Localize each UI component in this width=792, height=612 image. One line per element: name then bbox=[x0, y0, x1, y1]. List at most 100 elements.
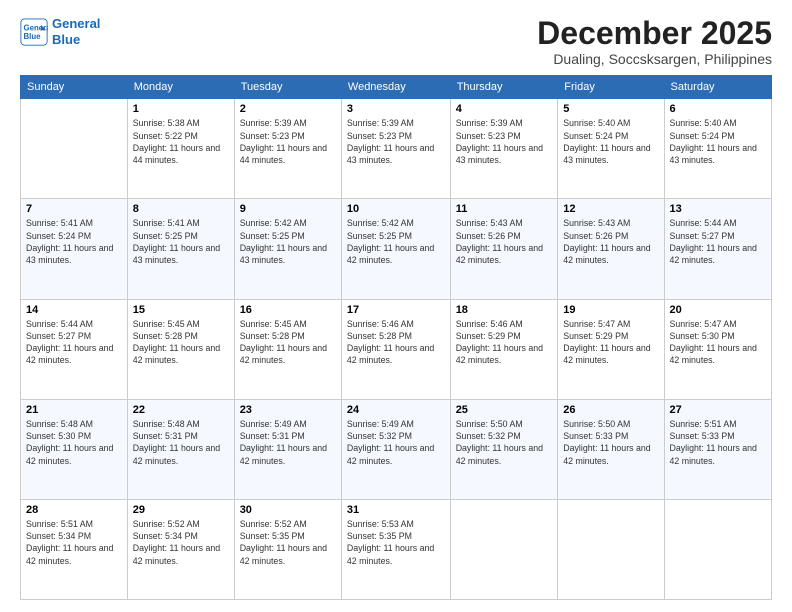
day-info: Sunrise: 5:39 AMSunset: 5:23 PMDaylight:… bbox=[456, 117, 553, 166]
table-cell: 26 Sunrise: 5:50 AMSunset: 5:33 PMDayligh… bbox=[558, 399, 664, 499]
day-info: Sunrise: 5:51 AMSunset: 5:33 PMDaylight:… bbox=[670, 418, 766, 467]
table-cell: 1 Sunrise: 5:38 AMSunset: 5:22 PMDaylight… bbox=[127, 99, 234, 199]
day-number: 4 bbox=[456, 103, 553, 115]
day-number: 27 bbox=[670, 404, 766, 416]
col-thursday: Thursday bbox=[450, 76, 558, 99]
table-cell: 8 Sunrise: 5:41 AMSunset: 5:25 PMDaylight… bbox=[127, 199, 234, 299]
table-cell: 25Sunrise: 5:50 AMSunset: 5:32 PMDayligh… bbox=[450, 399, 558, 499]
day-number: 10 bbox=[347, 203, 445, 215]
day-number: 1 bbox=[133, 103, 229, 115]
day-number: 20 bbox=[670, 304, 766, 316]
day-number: 23 bbox=[240, 404, 336, 416]
day-number: 6 bbox=[670, 103, 766, 115]
day-info: Sunrise: 5:49 AMSunset: 5:32 PMDaylight:… bbox=[347, 418, 445, 467]
logo-line1: General bbox=[52, 16, 100, 31]
table-cell bbox=[21, 99, 128, 199]
day-info: Sunrise: 5:48 AMSunset: 5:30 PMDaylight:… bbox=[26, 418, 122, 467]
location: Dualing, Soccsksargen, Philippines bbox=[537, 51, 772, 67]
table-cell: 21Sunrise: 5:48 AMSunset: 5:30 PMDayligh… bbox=[21, 399, 128, 499]
col-saturday: Saturday bbox=[664, 76, 771, 99]
day-info: Sunrise: 5:44 AMSunset: 5:27 PMDaylight:… bbox=[670, 217, 766, 266]
logo-line2: Blue bbox=[52, 32, 80, 47]
week-row-4: 28 Sunrise: 5:51 AMSunset: 5:34 PMDayligh… bbox=[21, 499, 772, 599]
day-number: 30 bbox=[240, 504, 336, 516]
day-info: Sunrise: 5:47 AMSunset: 5:29 PMDaylight:… bbox=[563, 318, 658, 367]
day-number: 5 bbox=[563, 103, 658, 115]
day-info: Sunrise: 5:42 AMSunset: 5:25 PMDaylight:… bbox=[240, 217, 336, 266]
table-cell: 29Sunrise: 5:52 AMSunset: 5:34 PMDayligh… bbox=[127, 499, 234, 599]
week-row-2: 14 Sunrise: 5:44 AMSunset: 5:27 PMDayligh… bbox=[21, 299, 772, 399]
table-cell: 19 Sunrise: 5:47 AMSunset: 5:29 PMDayligh… bbox=[558, 299, 664, 399]
day-number: 26 bbox=[563, 404, 658, 416]
day-info: Sunrise: 5:50 AMSunset: 5:33 PMDaylight:… bbox=[563, 418, 658, 467]
day-info: Sunrise: 5:38 AMSunset: 5:22 PMDaylight:… bbox=[133, 117, 229, 166]
col-wednesday: Wednesday bbox=[341, 76, 450, 99]
day-info: Sunrise: 5:46 AMSunset: 5:29 PMDaylight:… bbox=[456, 318, 553, 367]
day-info: Sunrise: 5:40 AMSunset: 5:24 PMDaylight:… bbox=[563, 117, 658, 166]
week-row-1: 7Sunrise: 5:41 AMSunset: 5:24 PMDaylight… bbox=[21, 199, 772, 299]
day-info: Sunrise: 5:43 AMSunset: 5:26 PMDaylight:… bbox=[563, 217, 658, 266]
logo-text: General Blue bbox=[52, 16, 100, 47]
day-info: Sunrise: 5:51 AMSunset: 5:34 PMDaylight:… bbox=[26, 518, 122, 567]
logo: General Blue General Blue bbox=[20, 16, 100, 47]
table-cell: 24 Sunrise: 5:49 AMSunset: 5:32 PMDayligh… bbox=[341, 399, 450, 499]
table-cell: 3 Sunrise: 5:39 AMSunset: 5:23 PMDaylight… bbox=[341, 99, 450, 199]
table-cell bbox=[664, 499, 771, 599]
table-cell: 9 Sunrise: 5:42 AMSunset: 5:25 PMDaylight… bbox=[234, 199, 341, 299]
day-number: 19 bbox=[563, 304, 658, 316]
table-cell bbox=[558, 499, 664, 599]
day-number: 22 bbox=[133, 404, 229, 416]
day-number: 3 bbox=[347, 103, 445, 115]
table-cell: 7Sunrise: 5:41 AMSunset: 5:24 PMDaylight… bbox=[21, 199, 128, 299]
col-monday: Monday bbox=[127, 76, 234, 99]
table-cell: 15 Sunrise: 5:45 AMSunset: 5:28 PMDayligh… bbox=[127, 299, 234, 399]
day-number: 28 bbox=[26, 504, 122, 516]
day-info: Sunrise: 5:52 AMSunset: 5:34 PMDaylight:… bbox=[133, 518, 229, 567]
table-cell bbox=[450, 499, 558, 599]
day-info: Sunrise: 5:42 AMSunset: 5:25 PMDaylight:… bbox=[347, 217, 445, 266]
day-number: 11 bbox=[456, 203, 553, 215]
svg-text:Blue: Blue bbox=[24, 32, 42, 41]
day-number: 24 bbox=[347, 404, 445, 416]
day-number: 13 bbox=[670, 203, 766, 215]
table-cell: 10 Sunrise: 5:42 AMSunset: 5:25 PMDayligh… bbox=[341, 199, 450, 299]
page: General Blue General Blue December 2025 … bbox=[0, 0, 792, 612]
day-number: 15 bbox=[133, 304, 229, 316]
table-cell: 30 Sunrise: 5:52 AMSunset: 5:35 PMDayligh… bbox=[234, 499, 341, 599]
table-cell: 4 Sunrise: 5:39 AMSunset: 5:23 PMDaylight… bbox=[450, 99, 558, 199]
day-info: Sunrise: 5:44 AMSunset: 5:27 PMDaylight:… bbox=[26, 318, 122, 367]
day-info: Sunrise: 5:39 AMSunset: 5:23 PMDaylight:… bbox=[347, 117, 445, 166]
table-cell: 17 Sunrise: 5:46 AMSunset: 5:28 PMDayligh… bbox=[341, 299, 450, 399]
day-number: 18 bbox=[456, 304, 553, 316]
day-number: 14 bbox=[26, 304, 122, 316]
day-info: Sunrise: 5:40 AMSunset: 5:24 PMDaylight:… bbox=[670, 117, 766, 166]
header: General Blue General Blue December 2025 … bbox=[20, 16, 772, 67]
day-info: Sunrise: 5:45 AMSunset: 5:28 PMDaylight:… bbox=[133, 318, 229, 367]
day-info: Sunrise: 5:52 AMSunset: 5:35 PMDaylight:… bbox=[240, 518, 336, 567]
week-row-0: 1 Sunrise: 5:38 AMSunset: 5:22 PMDaylight… bbox=[21, 99, 772, 199]
table-cell: 23Sunrise: 5:49 AMSunset: 5:31 PMDayligh… bbox=[234, 399, 341, 499]
table-cell: 13 Sunrise: 5:44 AMSunset: 5:27 PMDayligh… bbox=[664, 199, 771, 299]
day-number: 9 bbox=[240, 203, 336, 215]
day-number: 17 bbox=[347, 304, 445, 316]
day-info: Sunrise: 5:47 AMSunset: 5:30 PMDaylight:… bbox=[670, 318, 766, 367]
day-info: Sunrise: 5:43 AMSunset: 5:26 PMDaylight:… bbox=[456, 217, 553, 266]
table-cell: 14 Sunrise: 5:44 AMSunset: 5:27 PMDayligh… bbox=[21, 299, 128, 399]
day-number: 2 bbox=[240, 103, 336, 115]
table-cell: 22 Sunrise: 5:48 AMSunset: 5:31 PMDayligh… bbox=[127, 399, 234, 499]
table-cell: 11 Sunrise: 5:43 AMSunset: 5:26 PMDayligh… bbox=[450, 199, 558, 299]
day-info: Sunrise: 5:50 AMSunset: 5:32 PMDaylight:… bbox=[456, 418, 553, 467]
table-cell: 6 Sunrise: 5:40 AMSunset: 5:24 PMDaylight… bbox=[664, 99, 771, 199]
day-number: 7 bbox=[26, 203, 122, 215]
table-cell: 2Sunrise: 5:39 AMSunset: 5:23 PMDaylight… bbox=[234, 99, 341, 199]
day-number: 31 bbox=[347, 504, 445, 516]
day-info: Sunrise: 5:46 AMSunset: 5:28 PMDaylight:… bbox=[347, 318, 445, 367]
day-info: Sunrise: 5:41 AMSunset: 5:25 PMDaylight:… bbox=[133, 217, 229, 266]
day-info: Sunrise: 5:48 AMSunset: 5:31 PMDaylight:… bbox=[133, 418, 229, 467]
day-number: 8 bbox=[133, 203, 229, 215]
table-cell: 12Sunrise: 5:43 AMSunset: 5:26 PMDayligh… bbox=[558, 199, 664, 299]
header-row: Sunday Monday Tuesday Wednesday Thursday… bbox=[21, 76, 772, 99]
logo-icon: General Blue bbox=[20, 18, 48, 46]
table-cell: 20 Sunrise: 5:47 AMSunset: 5:30 PMDayligh… bbox=[664, 299, 771, 399]
day-info: Sunrise: 5:45 AMSunset: 5:28 PMDaylight:… bbox=[240, 318, 336, 367]
